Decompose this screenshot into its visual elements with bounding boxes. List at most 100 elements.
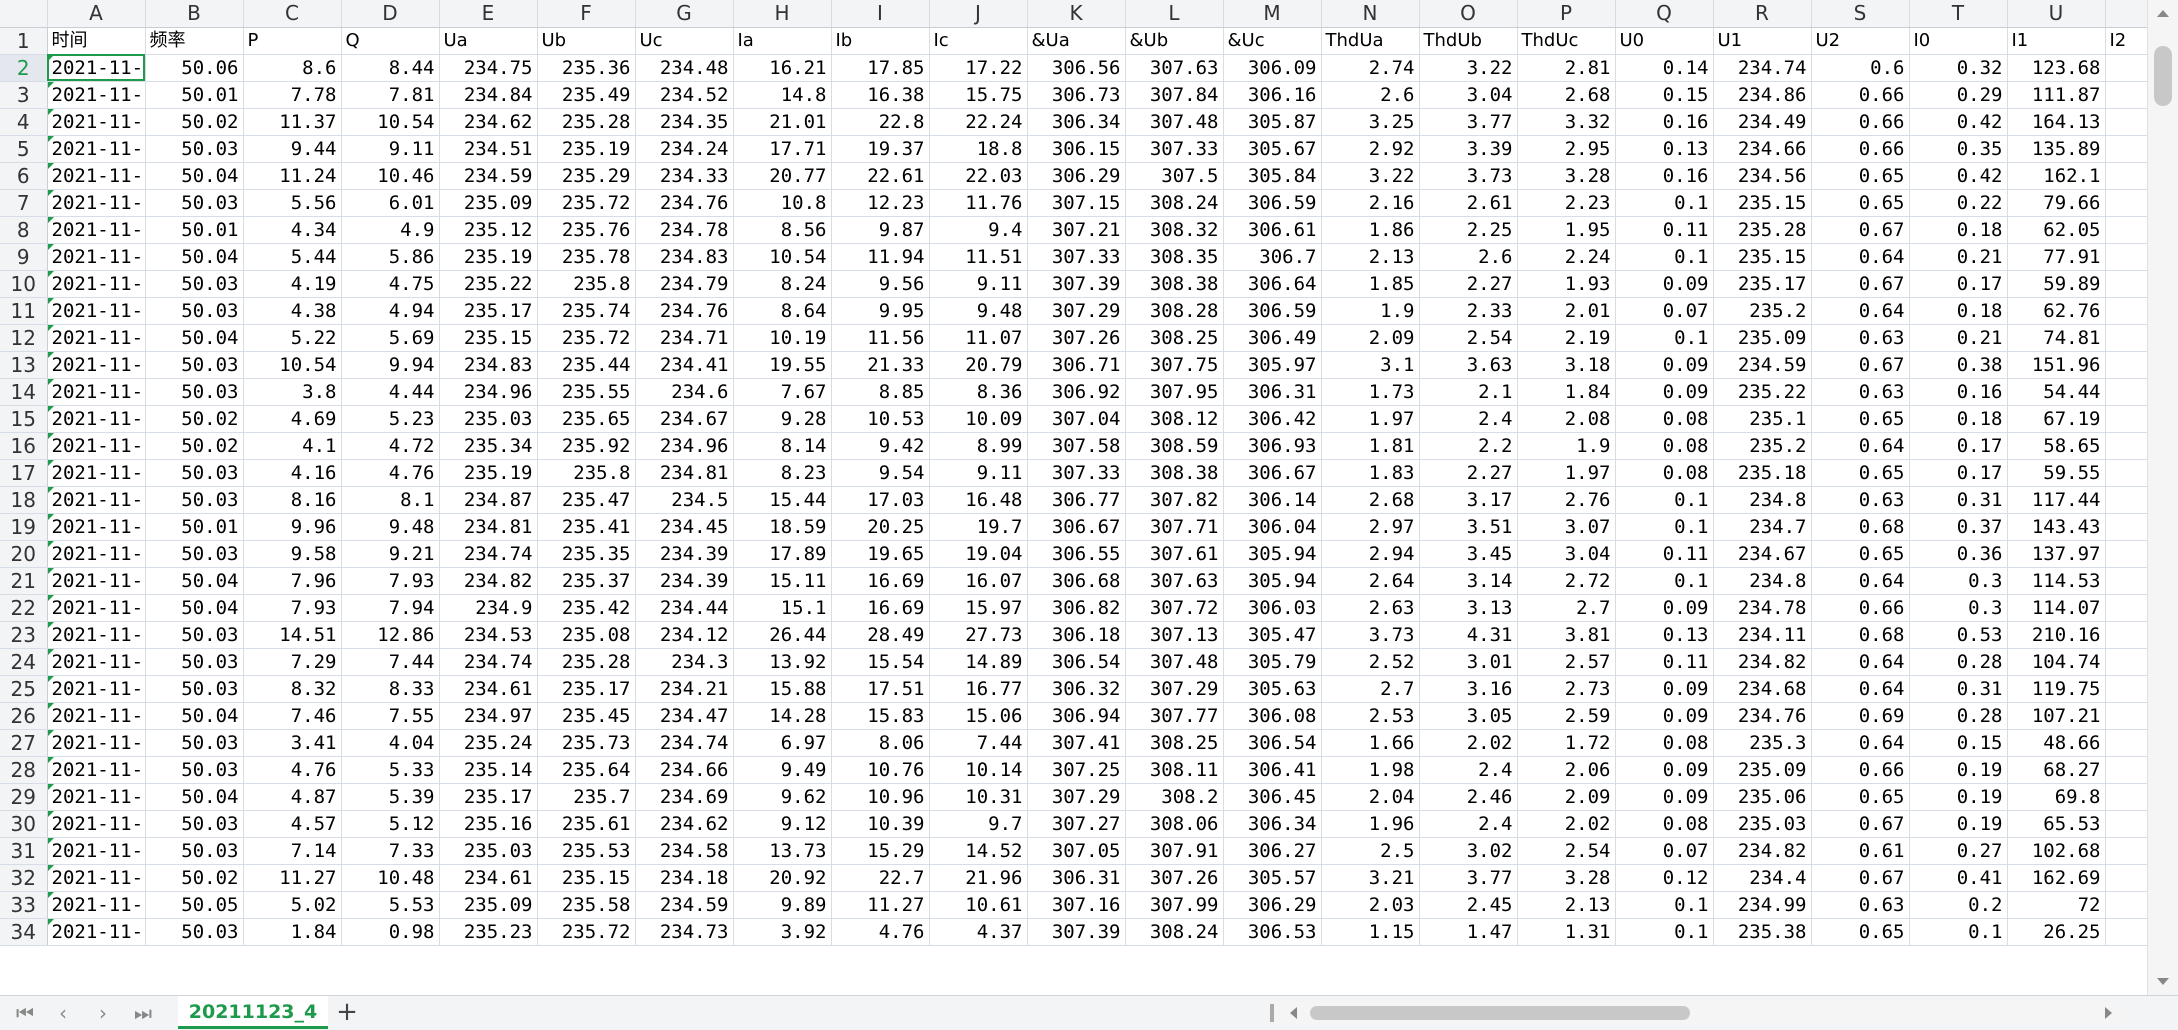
cell[interactable]: 308.24	[1125, 189, 1224, 217]
cell[interactable]: 50.03	[145, 135, 244, 163]
cell[interactable]: 234.44	[635, 594, 734, 622]
cell[interactable]: 235.92	[537, 432, 636, 460]
cell[interactable]: 3.41	[243, 729, 342, 757]
cell[interactable]: 234.86	[1713, 81, 1812, 109]
cell[interactable]: 10.48	[341, 864, 440, 892]
last-sheet-icon[interactable]: ⏭	[128, 1000, 158, 1026]
cell[interactable]: 307.21	[1027, 216, 1126, 244]
cell[interactable]: 107.21	[2007, 702, 2106, 730]
cell[interactable]: 50.04	[145, 567, 244, 595]
cell[interactable]: 306.59	[1223, 189, 1322, 217]
cell[interactable]: 235.22	[1713, 378, 1812, 406]
cell[interactable]: 0.65	[1811, 189, 1910, 217]
cell[interactable]: 234.24	[635, 135, 734, 163]
cell[interactable]: 308.38	[1125, 459, 1224, 487]
cell[interactable]: 18.8	[929, 135, 1028, 163]
cell[interactable]: 307.05	[1027, 837, 1126, 865]
cell[interactable]: I1	[2007, 27, 2106, 55]
cell[interactable]: 234.49	[1713, 108, 1812, 136]
cell[interactable]: 2.13	[1321, 243, 1420, 271]
cell[interactable]: 0.19	[1909, 756, 2008, 784]
cell[interactable]: 3.77	[1419, 108, 1518, 136]
cell[interactable]: 307.72	[1125, 594, 1224, 622]
cell[interactable]: 0.17	[1909, 459, 2008, 487]
cell[interactable]: 3.81	[1517, 621, 1616, 649]
cell[interactable]: 50.02	[145, 405, 244, 433]
cell[interactable]	[2105, 189, 2148, 217]
cell[interactable]: 234.96	[439, 378, 538, 406]
row-number[interactable]: 13	[0, 351, 48, 379]
cell[interactable]: 306.09	[1223, 54, 1322, 82]
cell[interactable]: 235.42	[537, 594, 636, 622]
cell[interactable]: 2.63	[1321, 594, 1420, 622]
cell[interactable]: 143.43	[2007, 513, 2106, 541]
cell[interactable]: 8.6	[243, 54, 342, 82]
cell[interactable]: 9.62	[733, 783, 832, 811]
cell[interactable]	[2105, 918, 2148, 946]
cell[interactable]: 16.21	[733, 54, 832, 82]
cell[interactable]	[2105, 837, 2148, 865]
cell[interactable]: 2.72	[1517, 567, 1616, 595]
cell[interactable]: 0.64	[1811, 243, 1910, 271]
cell[interactable]: 0.22	[1909, 189, 2008, 217]
cell[interactable]: 0.67	[1811, 216, 1910, 244]
row-number[interactable]: 12	[0, 324, 48, 352]
cell[interactable]: 305.94	[1223, 567, 1322, 595]
cell[interactable]: P	[243, 27, 342, 55]
cell[interactable]: 3.28	[1517, 162, 1616, 190]
cell[interactable]: 3.63	[1419, 351, 1518, 379]
cell[interactable]: 234.62	[439, 108, 538, 136]
cell[interactable]: 0.09	[1615, 702, 1714, 730]
cell[interactable]: 2.4	[1419, 756, 1518, 784]
cell[interactable]: 15.54	[831, 648, 930, 676]
cell[interactable]: U2	[1811, 27, 1910, 55]
cell[interactable]: 2.33	[1419, 297, 1518, 325]
cell[interactable]: 9.28	[733, 405, 832, 433]
cell[interactable]: 234.45	[635, 513, 734, 541]
cell[interactable]: 15.75	[929, 81, 1028, 109]
cell[interactable]: 1.31	[1517, 918, 1616, 946]
cell[interactable]: 2.6	[1419, 243, 1518, 271]
cell[interactable]: 235.15	[1713, 189, 1812, 217]
cell[interactable]: 0.66	[1811, 81, 1910, 109]
cell[interactable]: 135.89	[2007, 135, 2106, 163]
cell[interactable]: 2.97	[1321, 513, 1420, 541]
cell[interactable]: 0.16	[1909, 378, 2008, 406]
cell[interactable]: 17.85	[831, 54, 930, 82]
cell[interactable]: 50.02	[145, 108, 244, 136]
cell[interactable]: 11.37	[243, 108, 342, 136]
cell[interactable]: 7.93	[243, 594, 342, 622]
cell[interactable]	[2105, 891, 2148, 919]
cell[interactable]: 2021-11-	[47, 135, 146, 163]
cell[interactable]: 4.16	[243, 459, 342, 487]
row-number[interactable]: 5	[0, 135, 48, 163]
cell[interactable]: 306.73	[1027, 81, 1126, 109]
cell[interactable]: 234.96	[635, 432, 734, 460]
cell[interactable]: 234.21	[635, 675, 734, 703]
cell[interactable]: 26.25	[2007, 918, 2106, 946]
cell[interactable]: 307.84	[1125, 81, 1224, 109]
cell[interactable]: 2.24	[1517, 243, 1616, 271]
cell[interactable]: 7.44	[341, 648, 440, 676]
cell[interactable]: 307.61	[1125, 540, 1224, 568]
cell[interactable]: Ib	[831, 27, 930, 55]
cell[interactable]: 234.78	[635, 216, 734, 244]
column-header[interactable]: O	[1419, 0, 1518, 28]
cell[interactable]: 307.39	[1027, 918, 1126, 946]
cell[interactable]: 19.55	[733, 351, 832, 379]
cell[interactable]: 2021-11-	[47, 405, 146, 433]
cell[interactable]: 10.19	[733, 324, 832, 352]
cell[interactable]: 307.63	[1125, 567, 1224, 595]
sheet-tab-active[interactable]: 20211123_4	[178, 996, 328, 1029]
cell[interactable]: 21.01	[733, 108, 832, 136]
row-number[interactable]: 28	[0, 756, 48, 784]
cell[interactable]: 235.08	[537, 621, 636, 649]
cell[interactable]	[2105, 675, 2148, 703]
cell[interactable]: 0.08	[1615, 810, 1714, 838]
cell[interactable]: 0.38	[1909, 351, 2008, 379]
cell[interactable]: 9.49	[733, 756, 832, 784]
cell[interactable]: 234.6	[635, 378, 734, 406]
cell[interactable]: 19.7	[929, 513, 1028, 541]
cell[interactable]: 0.64	[1811, 675, 1910, 703]
cell[interactable]: 235.09	[439, 891, 538, 919]
